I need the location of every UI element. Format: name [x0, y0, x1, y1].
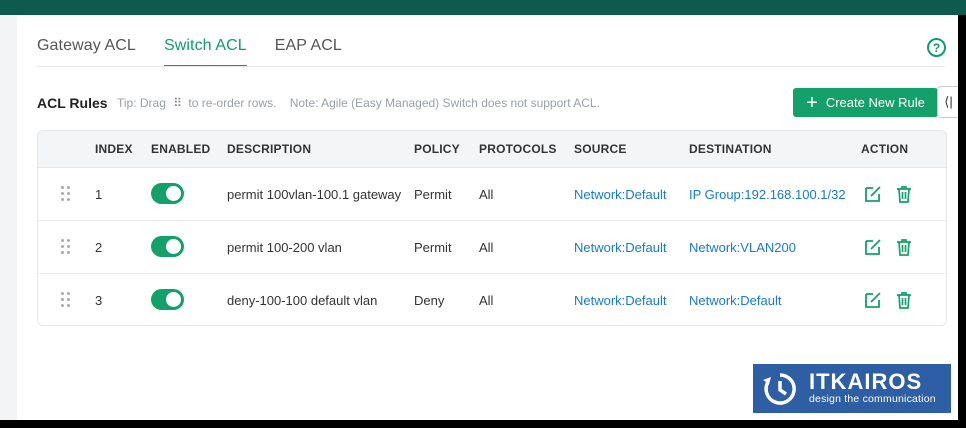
- header-description: DESCRIPTION: [227, 142, 312, 156]
- cell-protocols: All: [479, 240, 494, 255]
- tab-divider: [37, 66, 945, 67]
- collapse-panel-icon[interactable]: ⟨|: [937, 86, 958, 118]
- acl-tabs: Gateway ACL Switch ACL EAP ACL: [37, 37, 370, 67]
- section-tip: Tip: Drag ⠿ to re-order rows. Note: Agil…: [117, 96, 600, 110]
- cell-index: 2: [95, 240, 103, 255]
- cell-destination-link[interactable]: Network:VLAN200: [689, 240, 796, 255]
- edit-icon[interactable]: [863, 290, 883, 310]
- section-note: Note: Agile (Easy Managed) Switch does n…: [289, 96, 600, 110]
- cell-description: permit 100vlan-100.1 gateway: [227, 187, 402, 202]
- header-policy: POLICY: [414, 142, 460, 156]
- header-index: INDEX: [95, 142, 133, 156]
- tip-prefix: Tip: Drag: [117, 96, 166, 110]
- tab-eap-acl[interactable]: EAP ACL: [275, 37, 342, 67]
- drag-handle-icon[interactable]: [61, 239, 71, 255]
- tab-switch-acl[interactable]: Switch ACL: [163, 37, 247, 67]
- table-row: 3 deny-100-100 default vlan Deny All Net…: [38, 274, 946, 325]
- header-protocols: PROTOCOLS: [479, 142, 557, 156]
- delete-icon[interactable]: [894, 237, 914, 257]
- sidebar-edge: [0, 15, 17, 420]
- table-row: 2 permit 100-200 vlan Permit All Network…: [38, 221, 946, 274]
- create-button-label: Create New Rule: [825, 95, 925, 110]
- cell-index: 3: [95, 293, 103, 308]
- table-row: 1 permit 100vlan-100.1 gateway Permit Al…: [38, 168, 946, 221]
- cell-index: 1: [95, 187, 103, 202]
- clock-arrow-icon: [763, 372, 796, 405]
- create-new-rule-button[interactable]: + Create New Rule: [793, 88, 938, 117]
- cell-policy: Permit: [414, 240, 452, 255]
- question-circle-icon[interactable]: ?: [927, 38, 946, 57]
- tip-suffix: to re-order rows.: [188, 96, 277, 110]
- cell-source-link[interactable]: Network:Default: [574, 240, 666, 255]
- cell-destination-link[interactable]: IP Group:192.168.100.1/32: [689, 187, 846, 202]
- cell-destination-link[interactable]: Network:Default: [689, 293, 781, 308]
- tab-gateway-acl[interactable]: Gateway ACL: [37, 37, 136, 67]
- cell-policy: Deny: [414, 293, 445, 308]
- itkairos-logo: ITKAIROS design the communication: [753, 364, 951, 413]
- drag-handle-icon[interactable]: [61, 186, 71, 202]
- enabled-toggle[interactable]: [151, 183, 184, 204]
- acl-panel: Gateway ACL Switch ACL EAP ACL ? ACL Rul…: [17, 15, 958, 420]
- edit-icon[interactable]: [863, 237, 883, 257]
- header-destination: DESTINATION: [689, 142, 772, 156]
- cell-description: permit 100-200 vlan: [227, 240, 342, 255]
- section-title: ACL Rules: [37, 95, 108, 111]
- drag-handle-icon: ⠿: [173, 96, 182, 110]
- cell-source-link[interactable]: Network:Default: [574, 293, 666, 308]
- delete-icon[interactable]: [894, 290, 914, 310]
- drag-handle-icon[interactable]: [61, 292, 71, 308]
- header-source: SOURCE: [574, 142, 627, 156]
- plus-icon: +: [806, 91, 818, 114]
- cell-protocols: All: [479, 293, 494, 308]
- header-action: ACTION: [861, 142, 909, 156]
- enabled-toggle[interactable]: [151, 289, 184, 310]
- cell-source-link[interactable]: Network:Default: [574, 187, 666, 202]
- table-header: INDEX ENABLED DESCRIPTION POLICY PROTOCO…: [38, 131, 946, 168]
- enabled-toggle[interactable]: [151, 236, 184, 257]
- cell-description: deny-100-100 default vlan: [227, 293, 378, 308]
- logo-tagline: design the communication: [809, 393, 936, 405]
- cell-protocols: All: [479, 187, 494, 202]
- header-enabled: ENABLED: [151, 142, 211, 156]
- cell-policy: Permit: [414, 187, 452, 202]
- edit-icon[interactable]: [863, 184, 883, 204]
- top-bar: [0, 0, 966, 15]
- logo-name: ITKAIROS: [809, 369, 923, 394]
- delete-icon[interactable]: [894, 184, 914, 204]
- logo-text: ITKAIROS design the communication: [809, 371, 936, 406]
- acl-rules-table: INDEX ENABLED DESCRIPTION POLICY PROTOCO…: [37, 130, 947, 326]
